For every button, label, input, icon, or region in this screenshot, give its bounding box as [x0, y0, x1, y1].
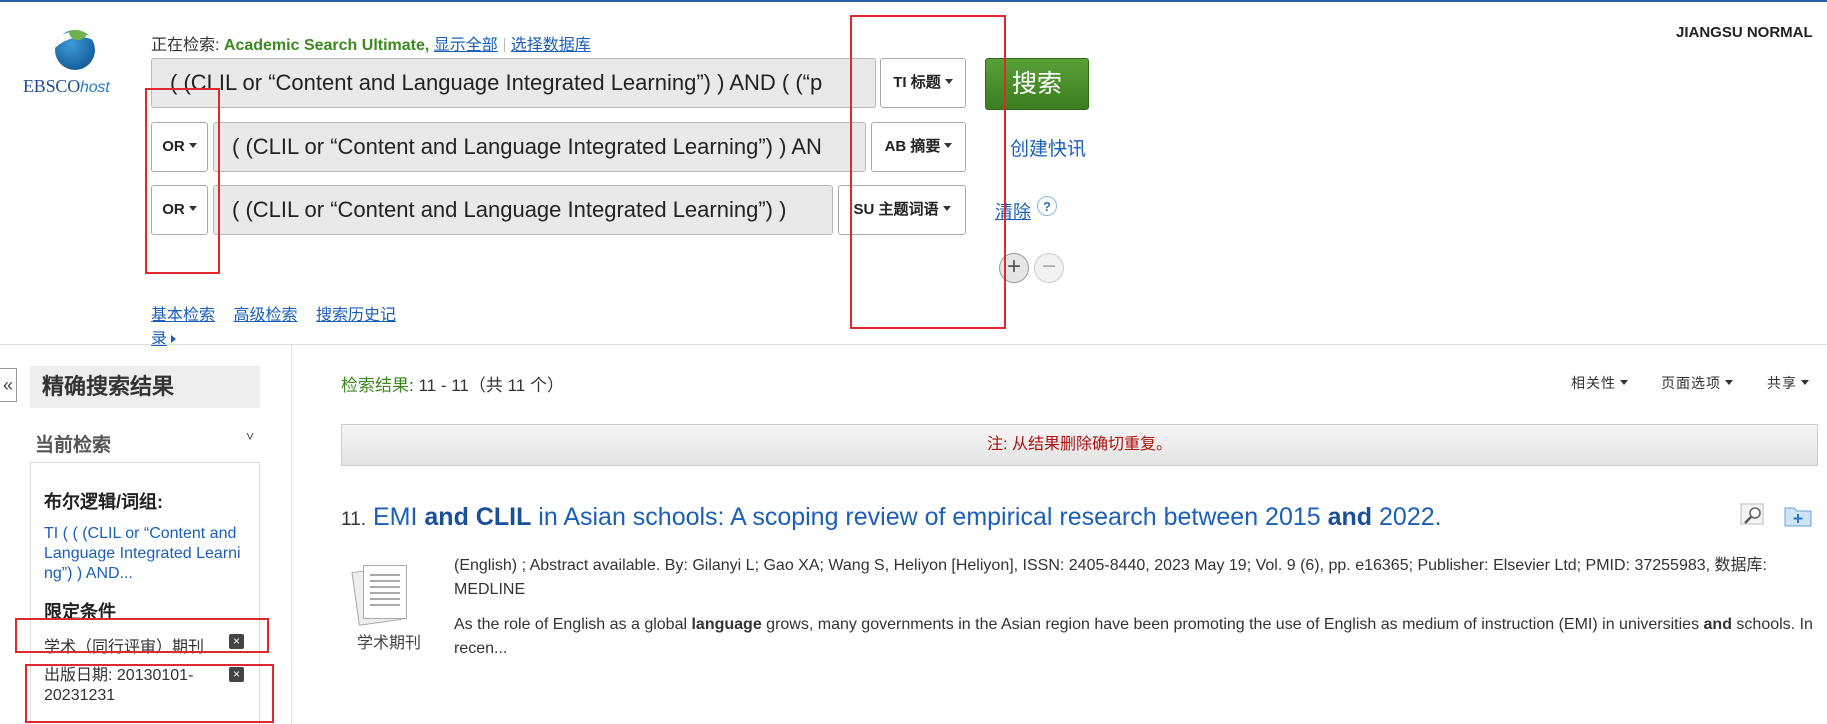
abstract-segment: and	[1703, 616, 1732, 633]
advanced-search-link[interactable]: 高级检索	[233, 307, 297, 324]
title-segment: and	[1327, 503, 1373, 531]
results-label: 检索结果	[341, 376, 409, 395]
ebsco-globe-icon	[55, 30, 95, 70]
remove-limiter-peer-reviewed-icon[interactable]: ×	[229, 634, 244, 649]
current-search-heading[interactable]: 当前检索	[35, 430, 111, 457]
share-dropdown[interactable]: 共享	[1767, 373, 1809, 393]
operator-label: OR	[162, 138, 185, 155]
clear-link[interactable]: 清除	[995, 198, 1031, 224]
caret-down-icon	[1725, 380, 1733, 385]
limiters-title: 限定条件	[44, 602, 116, 622]
caret-down-icon	[944, 143, 953, 148]
chevron-right-icon	[171, 335, 177, 343]
abstract-segment: As the role of English as a global	[454, 616, 692, 633]
results-range: : 11 - 11（共 11 个）	[409, 376, 564, 395]
remove-limiter-date-icon[interactable]: ×	[229, 667, 244, 682]
remove-row-icon[interactable]: −	[1034, 253, 1064, 283]
title-segment: in Asian schools: A scoping review of em…	[531, 503, 1328, 531]
field-select-row-1[interactable]: TI 标题	[880, 58, 966, 108]
preview-magnifier-icon[interactable]	[1740, 503, 1766, 527]
refine-results-title: 精确搜索结果	[30, 366, 260, 408]
search-input-row-2[interactable]: ( (CLIL or “Content and Language Integra…	[213, 122, 866, 172]
collapse-sidebar-button[interactable]: «	[0, 368, 17, 402]
help-icon[interactable]: ?	[1037, 196, 1057, 216]
basic-search-link[interactable]: 基本检索	[151, 307, 215, 324]
add-row-icon[interactable]: +	[999, 253, 1029, 283]
search-input-row-1[interactable]: ( (CLIL or “Content and Language Integra…	[151, 58, 876, 108]
search-button[interactable]: 搜索	[985, 58, 1089, 110]
field-select-label: SU 主题词语	[853, 201, 939, 218]
institution-name: JIANGSU NORMAL	[1676, 24, 1813, 41]
caret-down-icon	[944, 79, 953, 84]
caret-down-icon	[1801, 380, 1809, 385]
searching-label: 正在检索:	[151, 37, 220, 54]
page-options-label: 页面选项	[1661, 375, 1721, 391]
search-mode-nav: 基本检索 高级检索 搜索历史记录	[151, 301, 421, 349]
sidebar-divider	[291, 345, 292, 724]
field-select-row-3[interactable]: SU 主题词语	[838, 185, 966, 235]
academic-journal-icon[interactable]	[351, 563, 413, 626]
title-segment: EMI	[373, 503, 425, 531]
sort-label: 相关性	[1571, 375, 1616, 391]
title-segment: 2022.	[1372, 503, 1442, 531]
results-count: 检索结果: 11 - 11（共 11 个）	[341, 371, 564, 396]
page-front	[363, 565, 407, 619]
choose-database-link[interactable]: 选择数据库	[511, 37, 591, 54]
create-alert-link[interactable]: 创建快讯	[1010, 134, 1086, 161]
operator-label: OR	[162, 201, 185, 218]
boolean-query-link[interactable]: TI ( ( (CLIL or “Content and Language In…	[44, 524, 246, 584]
field-select-label: TI 标题	[893, 74, 941, 91]
page-options-dropdown[interactable]: 页面选项	[1661, 373, 1733, 393]
title-segment: and CLIL	[424, 503, 532, 531]
result-metadata: (English) ; Abstract available. By: Gila…	[454, 557, 1767, 598]
searching-header: 正在检索: Academic Search Ultimate, 显示全部 选择数据…	[151, 31, 591, 55]
separator	[503, 38, 505, 52]
caret-down-icon	[1620, 380, 1628, 385]
caret-down-icon	[188, 143, 197, 148]
caret-down-icon	[188, 206, 197, 211]
add-to-folder-icon[interactable]	[1783, 502, 1813, 528]
caret-down-icon	[942, 206, 951, 211]
top-accent-line	[0, 0, 1827, 2]
operator-select-row-2[interactable]: OR	[151, 122, 208, 172]
boolean-phrase-title: 布尔逻辑/词组:	[44, 492, 163, 512]
sort-relevance-dropdown[interactable]: 相关性	[1571, 373, 1628, 393]
share-label: 共享	[1767, 375, 1797, 391]
search-input-row-3[interactable]: ( (CLIL or “Content and Language Integra…	[213, 185, 833, 235]
limiter-peer-reviewed: 学术（同行评审）期刊	[44, 639, 205, 656]
section-divider	[0, 344, 1827, 345]
database-name: Academic Search Ultimate,	[223, 37, 430, 54]
result-number: 11.	[341, 509, 367, 530]
field-select-row-2[interactable]: AB 摘要	[871, 122, 966, 172]
result-abstract: As the role of English as a global langu…	[454, 613, 1819, 661]
chevron-down-icon[interactable]: ˅	[246, 428, 254, 444]
ebscohost-logo[interactable]: EBSCOhost	[23, 76, 110, 97]
duplicates-notice: 注: 从结果删除确切重复。	[341, 424, 1818, 466]
result-title-link[interactable]: EMI and CLIL in Asian schools: A scoping…	[373, 503, 1442, 532]
operator-select-row-3[interactable]: OR	[151, 185, 208, 235]
show-all-link[interactable]: 显示全部	[434, 37, 498, 54]
abstract-segment: language	[691, 616, 762, 633]
abstract-segment: grows, many governments in the Asian reg…	[761, 616, 1704, 633]
field-select-label: AB 摘要	[884, 138, 941, 155]
highlight-box-operators	[145, 88, 220, 274]
limiter-publication-date: 出版日期: 20130101-20231231	[44, 667, 194, 704]
publication-type-label: 学术期刊	[357, 635, 422, 652]
